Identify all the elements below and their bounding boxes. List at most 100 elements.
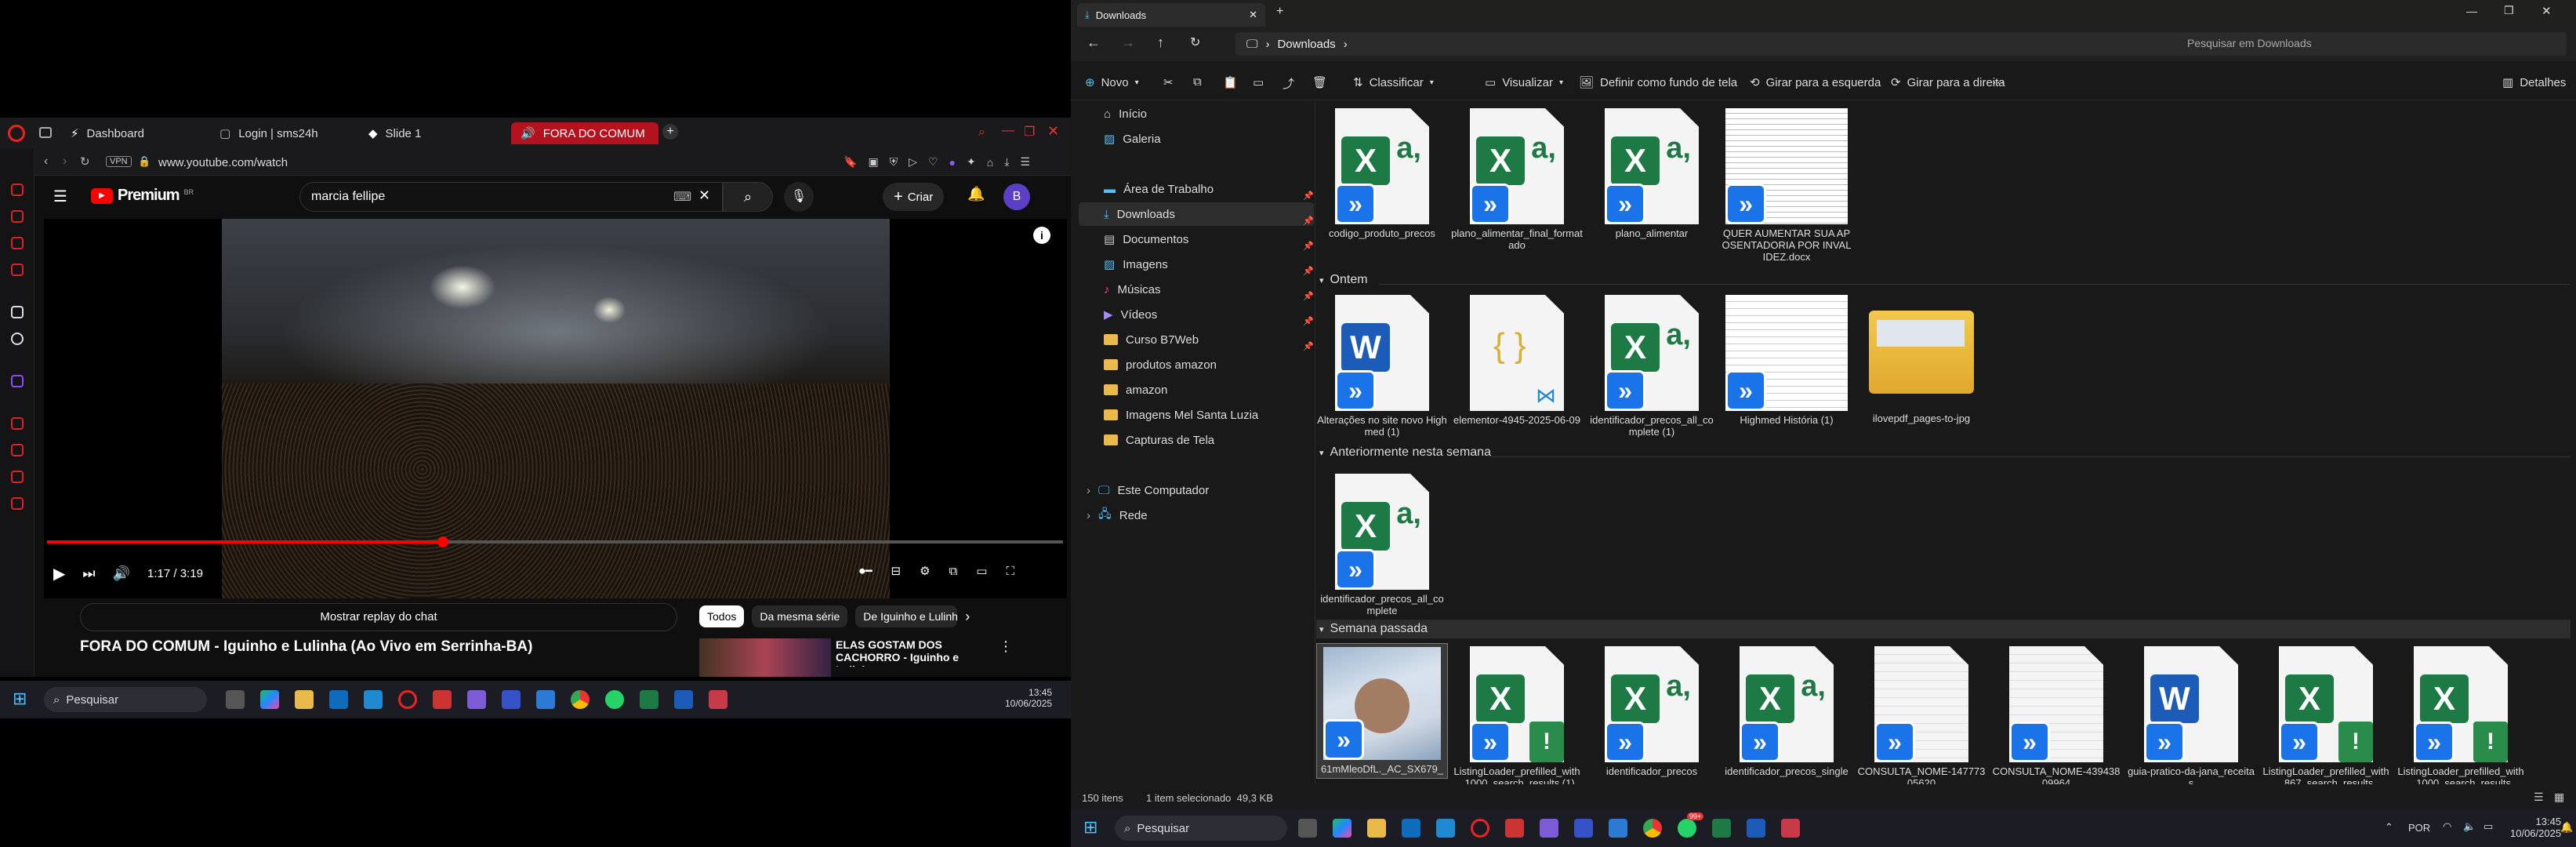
progress-bar-track[interactable] xyxy=(47,536,1063,547)
copilot-icon[interactable] xyxy=(1333,819,1351,838)
file-item[interactable]: Xa,» identificador_precos xyxy=(1586,646,1718,777)
settings-icon[interactable]: ⚙ xyxy=(920,564,930,578)
bookmark-icon[interactable]: 🔖 xyxy=(844,155,857,169)
explorer-tab[interactable]: ⤓ Downloads ✕ xyxy=(1077,3,1265,27)
extension-icon[interactable]: ● xyxy=(949,156,956,169)
subtitles-icon[interactable]: ⊟ xyxy=(891,564,902,578)
delete-icon[interactable]: 🗑 xyxy=(1312,75,1327,89)
opera-logo-icon[interactable] xyxy=(8,125,25,142)
sidebar-aria-icon[interactable] xyxy=(11,184,24,196)
menu-icon[interactable]: ☰ xyxy=(1020,155,1030,169)
file-item[interactable]: Xa,» codigo_produto_precos xyxy=(1316,108,1448,239)
miniplayer-icon[interactable]: ⧉ xyxy=(949,565,958,578)
file-item[interactable]: X!» ListingLoader_prefilled_with_1000_se… xyxy=(1451,646,1583,789)
chevron-right-icon[interactable]: › xyxy=(965,609,970,625)
maximize-button[interactable]: ❐ xyxy=(1024,124,1035,140)
clear-search-icon[interactable]: ✕ xyxy=(698,187,710,204)
chrome-icon[interactable] xyxy=(1643,819,1662,838)
sidebar-chatgpt-icon[interactable] xyxy=(11,333,24,345)
task-view-icon[interactable] xyxy=(1298,819,1317,838)
sidebar-settings-icon[interactable] xyxy=(11,497,24,510)
tiles-view-icon[interactable]: ▦ xyxy=(2554,791,2564,804)
copilot-icon[interactable] xyxy=(260,690,279,709)
recommended-title[interactable]: ELAS GOSTAM DOS CACHORRO - Iguinho e Lul… xyxy=(836,638,985,667)
group-header-yesterday[interactable]: ▾ Ontem xyxy=(1319,273,1368,287)
notifications-bell-icon[interactable]: 🔔 xyxy=(967,186,985,202)
file-item[interactable]: » CONSULTA_NOME-14777305620 xyxy=(1856,646,1987,789)
file-item[interactable]: » CONSULTA_NOME-43943809964 xyxy=(1990,646,2122,789)
reload-icon[interactable]: ↻ xyxy=(80,154,90,169)
vpn-badge[interactable]: VPN xyxy=(106,156,132,167)
sidebar-item-home[interactable]: ⌂ Início xyxy=(1079,102,1314,125)
forward-icon[interactable]: › xyxy=(63,154,67,169)
taskbar-search[interactable]: ⌕ Pesquisar xyxy=(1115,816,1287,841)
group-header-earlier-this-week[interactable]: ▾ Anteriormente nesta semana xyxy=(1319,445,1491,460)
sidebar-item-this-pc[interactable]: › 🖵 Este Computador xyxy=(1079,478,1314,502)
chip-from-channel[interactable]: De Iguinho e Lulinha xyxy=(855,605,958,627)
language-indicator[interactable]: POR xyxy=(2408,822,2430,834)
share-icon[interactable]: ⤴ xyxy=(1283,75,1294,92)
sidebar-instagram-icon[interactable] xyxy=(11,264,24,276)
app-icon[interactable] xyxy=(1574,819,1593,838)
breadcrumb[interactable]: 🖵 › Downloads › xyxy=(1235,32,2231,56)
sidebar-item-pictures[interactable]: ▨ Imagens xyxy=(1079,253,1314,276)
info-icon[interactable]: i xyxy=(1033,227,1050,244)
vscode-icon[interactable] xyxy=(364,690,383,709)
chip-all[interactable]: Todos xyxy=(699,605,745,627)
file-item[interactable]: X!» ListingLoader_prefilled_with_1000_se… xyxy=(2395,646,2527,789)
sidebar-item-documents[interactable]: ▤ Documentos xyxy=(1079,227,1314,251)
app-icon[interactable] xyxy=(1781,819,1800,838)
breadcrumb-downloads[interactable]: Downloads xyxy=(1277,38,1335,51)
copy-icon[interactable]: ⧉ xyxy=(1193,75,1202,89)
file-item[interactable]: X!» ListingLoader_prefilled_with_867_sea… xyxy=(2260,646,2392,789)
wifi-icon[interactable]: ◠ xyxy=(2443,820,2451,833)
rename-icon[interactable]: ▭ xyxy=(1253,75,1264,89)
theater-mode-icon[interactable]: ▭ xyxy=(976,564,987,578)
sidebar-player-icon[interactable] xyxy=(11,417,24,430)
sidebar-item-gallery[interactable]: ▨ Galeria xyxy=(1079,127,1314,151)
battery-icon[interactable]: ▭ xyxy=(2483,820,2493,833)
close-button[interactable]: ✕ xyxy=(2542,4,2552,18)
file-item[interactable]: » QUER AUMENTAR SUA APOSENTADORIA POR IN… xyxy=(1721,108,1852,263)
file-item[interactable]: Xa,» identificador_precos_all_complete (… xyxy=(1586,295,1718,438)
hamburger-menu-icon[interactable]: ☰ xyxy=(53,187,67,206)
avatar[interactable]: B xyxy=(1003,184,1030,210)
autoplay-toggle[interactable]: ⏺━ xyxy=(859,564,873,578)
app-icon[interactable] xyxy=(502,690,521,709)
file-explorer-icon[interactable] xyxy=(295,690,314,709)
windows-start-icon[interactable]: ⊞ xyxy=(1083,817,1098,838)
sidebar-pin-icon[interactable] xyxy=(11,210,24,223)
file-item[interactable]: Xa,» identificador_precos_single xyxy=(1721,646,1852,777)
tab-slide[interactable]: ◆ Slide 1 xyxy=(359,122,500,144)
voice-search-button[interactable]: 🎙 xyxy=(784,182,814,212)
tab-manager-icon[interactable] xyxy=(39,127,52,138)
windows-start-icon[interactable]: ⊞ xyxy=(13,689,27,709)
minimize-button[interactable]: — xyxy=(2466,5,2477,17)
new-button[interactable]: ⊕ Novo ▾ xyxy=(1085,75,1139,90)
search-tabs-icon[interactable]: ⌕ xyxy=(978,125,985,140)
set-wallpaper-button[interactable]: 🖼 Definir como fundo de tela xyxy=(1579,75,1737,90)
file-item[interactable]: » Highmed História (1) xyxy=(1721,295,1852,426)
back-icon[interactable]: ← xyxy=(1087,35,1101,51)
sort-button[interactable]: ⇅ Classificar ▾ xyxy=(1353,75,1434,90)
sidebar-history-icon[interactable] xyxy=(11,444,24,456)
file-item[interactable]: { } ⋈ elementor-4945-2025-06-09 xyxy=(1451,295,1583,426)
search-button[interactable]: ⌕ xyxy=(723,182,773,212)
sidebar-item-music[interactable]: ♪ Músicas xyxy=(1079,278,1314,301)
file-item[interactable]: Xa,» plano_alimentar_final_formatado xyxy=(1451,108,1583,251)
notifications-icon[interactable]: 🔔 xyxy=(2560,821,2573,834)
back-icon[interactable]: ‹ xyxy=(44,154,48,169)
chrome-icon[interactable] xyxy=(571,690,590,709)
keyboard-icon[interactable]: ⌨ xyxy=(673,189,691,205)
rotate-right-button[interactable]: ⟳ Girar para a direita xyxy=(1891,75,2005,90)
download-icon[interactable]: ⤓ xyxy=(1004,155,1009,169)
youtube-logo[interactable]: ▶ Premium BR xyxy=(91,187,194,205)
app-icon[interactable] xyxy=(433,690,452,709)
word-icon[interactable] xyxy=(1747,819,1765,838)
volume-icon[interactable]: 🔈 xyxy=(2463,820,2476,833)
vscode-icon[interactable] xyxy=(1436,819,1455,838)
task-view-icon[interactable] xyxy=(226,690,245,709)
tab-dashboard[interactable]: ⚡ Dashboard xyxy=(61,122,202,144)
close-button[interactable]: ✕ xyxy=(1047,123,1059,140)
chevron-up-icon[interactable]: ⌃ xyxy=(2385,821,2393,834)
